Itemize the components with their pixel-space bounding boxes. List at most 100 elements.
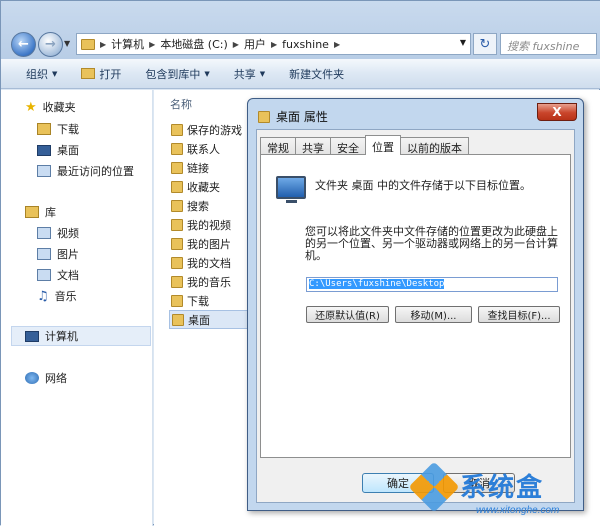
nav-recent-label: 最近访问的位置 [57,165,134,178]
list-item[interactable]: 我的音乐 [169,272,249,291]
list-item-label: 搜索 [187,199,209,213]
network-icon [25,372,39,384]
breadcrumb-fuxshine[interactable]: fuxshine [282,38,329,51]
breadcrumb-users[interactable]: 用户 [244,36,266,52]
tab-previous-versions[interactable]: 以前的版本 [400,137,469,155]
move-button[interactable]: 移动(M)... [395,306,472,323]
column-header-name[interactable]: 名称 [170,96,192,112]
video-library-icon [37,227,51,239]
document-library-icon [37,269,51,281]
tab-security[interactable]: 安全 [330,137,366,155]
dialog-titlebar[interactable]: 桌面 属性 [258,108,328,125]
location-help-text: 您可以将此文件夹中文件存储的位置更改为此硬盘上的另一个位置、另一个驱动器或网络上… [305,225,558,262]
dialog-body: 常规 共享 安全 位置 以前的版本 文件夹 桌面 中的文件存储于以下目标位置。 … [256,129,575,503]
restore-default-button[interactable]: 还原默认值(R) [306,306,389,323]
list-item[interactable]: 链接 [169,158,249,177]
nav-downloads[interactable]: 下载 [37,120,79,138]
list-item-selected[interactable]: 桌面 [169,310,249,329]
list-item[interactable]: 我的文档 [169,253,249,272]
chevron-down-icon: ▼ [52,69,58,78]
include-library-menu[interactable]: 包含到库中 ▼ [145,66,209,82]
command-bar: 组织 ▼ 打开 包含到库中 ▼ 共享 ▼ 新建文件夹 [1,59,600,89]
target-path-value: C:\Users\fuxshine\Desktop [309,279,445,289]
star-icon: ★ [25,99,37,115]
list-item-label: 下载 [187,294,209,308]
chevron-down-icon: ▼ [259,69,266,78]
list-item[interactable]: 我的图片 [169,234,249,253]
music-note-icon: ♫ [37,288,49,304]
nav-desktop-label: 桌面 [57,144,79,157]
dialog-title: 桌面 属性 [276,110,328,124]
address-row: ← → ▼ ▶ 计算机 ▶ 本地磁盘 (C:) ▶ 用户 ▶ fuxshine … [1,1,600,59]
list-item-label: 桌面 [188,313,210,327]
list-item[interactable]: 联系人 [169,139,249,158]
refresh-button[interactable]: ↻ [473,33,497,55]
search-input[interactable]: 搜索 fuxshine [500,33,597,55]
navigation-pane: ★ 收藏夹 下载 桌面 最近访问的位置 库 视频 图片 文档 ♫ 音乐 计算机 … [1,90,153,526]
folder-icon [171,275,183,288]
tab-location[interactable]: 位置 [365,135,401,155]
chevron-right-icon[interactable]: ▶ [100,40,106,49]
folder-icon [171,142,183,155]
tab-general[interactable]: 常规 [260,137,296,155]
history-dropdown-icon[interactable]: ▼ [64,39,70,48]
open-button[interactable]: 打开 [81,66,121,82]
folder-icon [171,218,183,231]
address-dropdown-icon[interactable]: ▼ [460,38,466,47]
nav-videos[interactable]: 视频 [37,224,79,242]
list-item[interactable]: 下载 [169,291,249,310]
close-button[interactable]: X [537,103,577,121]
folder-icon [171,237,183,250]
desktop-icon [37,144,51,156]
nav-libraries[interactable]: 库 [25,203,56,221]
chevron-right-icon[interactable]: ▶ [271,40,277,49]
find-target-button[interactable]: 查找目标(F)... [478,306,560,323]
folder-icon [171,180,183,193]
back-button[interactable]: ← [11,32,36,57]
downloads-folder-icon [37,123,51,135]
target-path-field[interactable]: C:\Users\fuxshine\Desktop [306,277,558,292]
new-folder-button[interactable]: 新建文件夹 [289,66,344,82]
list-item-label: 保存的游戏 [187,123,242,137]
list-item[interactable]: 保存的游戏 [169,120,249,139]
folder-icon [258,110,270,123]
nav-network-label: 网络 [45,372,67,385]
location-tab-panel: 文件夹 桌面 中的文件存储于以下目标位置。 您可以将此文件夹中文件存储的位置更改… [260,154,571,458]
nav-desktop[interactable]: 桌面 [37,141,79,159]
nav-favorites[interactable]: ★ 收藏夹 [25,98,76,116]
folder-icon [171,123,183,136]
breadcrumb-computer[interactable]: 计算机 [111,36,144,52]
forward-button[interactable]: → [38,32,63,57]
nav-recent[interactable]: 最近访问的位置 [37,162,134,180]
folder-icon [171,256,183,269]
breadcrumb-local-disk[interactable]: 本地磁盘 (C:) [160,36,227,52]
tab-sharing[interactable]: 共享 [295,137,331,155]
open-icon [81,68,96,79]
folder-icon [81,38,95,50]
list-item-label: 链接 [187,161,209,175]
nav-documents[interactable]: 文档 [37,266,79,284]
address-bar[interactable]: ▶ 计算机 ▶ 本地磁盘 (C:) ▶ 用户 ▶ fuxshine ▶ ▼ [76,33,471,55]
computer-icon [25,330,39,342]
share-menu[interactable]: 共享 ▼ [234,66,265,82]
organize-menu[interactable]: 组织 ▼ [26,66,57,82]
new-folder-label: 新建文件夹 [289,67,345,81]
nav-pictures[interactable]: 图片 [37,245,79,263]
list-item[interactable]: 我的视频 [169,215,249,234]
include-library-label: 包含到库中 [145,67,201,81]
recent-places-icon [37,165,51,177]
list-item-label: 我的视频 [187,218,231,232]
nav-computer[interactable]: 计算机 [25,327,78,345]
nav-documents-label: 文档 [57,269,79,282]
nav-music[interactable]: ♫ 音乐 [37,287,77,305]
nav-favorites-label: 收藏夹 [42,101,76,114]
chevron-right-icon[interactable]: ▶ [149,40,155,49]
organize-label: 组织 [26,67,48,81]
location-info-text: 文件夹 桌面 中的文件存储于以下目标位置。 [315,179,531,192]
list-item[interactable]: 收藏夹 [169,177,249,196]
nav-network[interactable]: 网络 [25,369,67,387]
list-item[interactable]: 搜索 [169,196,249,215]
nav-downloads-label: 下载 [57,123,79,136]
chevron-right-icon[interactable]: ▶ [233,40,239,49]
chevron-right-icon[interactable]: ▶ [334,40,340,49]
